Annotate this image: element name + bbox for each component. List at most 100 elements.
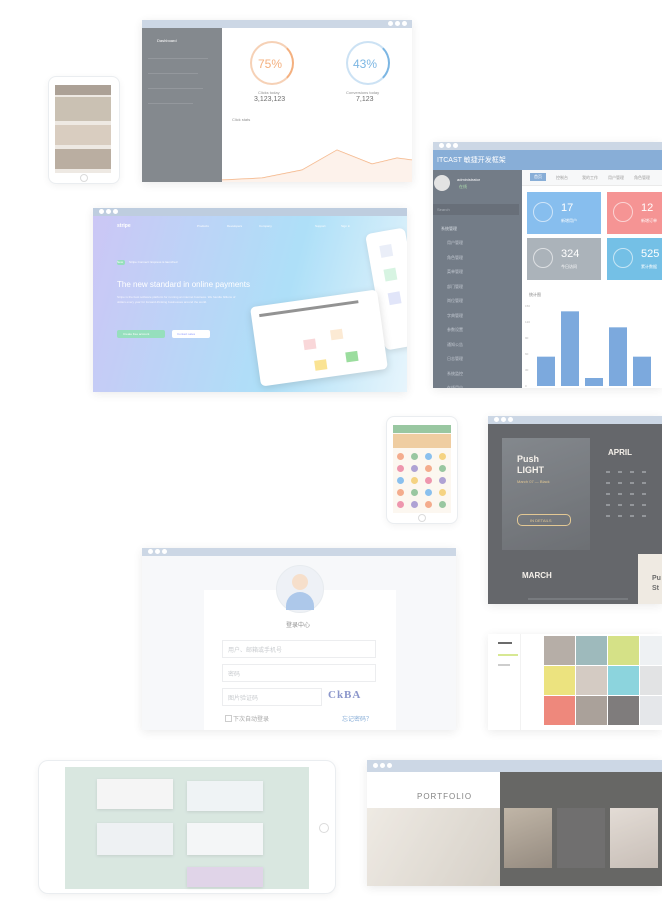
app-icon[interactable]	[439, 453, 446, 460]
calendar-day[interactable]	[606, 471, 610, 473]
gallery-tile[interactable]	[608, 696, 639, 725]
calendar-day[interactable]	[642, 515, 646, 517]
gallery-tile[interactable]	[544, 666, 575, 695]
gallery-tile[interactable]	[544, 696, 575, 725]
app-icon[interactable]	[397, 453, 404, 460]
tab-3[interactable]: 用户管理	[608, 175, 624, 181]
app-icon[interactable]	[425, 465, 432, 472]
stripe-badge-text[interactable]: Stripe Connect: Express is launched	[129, 260, 177, 264]
app-icon[interactable]	[397, 489, 404, 496]
tablet-thumbnail[interactable]	[187, 823, 263, 855]
sidebar-item[interactable]: 参数设置	[447, 327, 463, 333]
contact-sales-button[interactable]: Contact sales	[172, 330, 210, 338]
app-icon[interactable]	[425, 453, 432, 460]
sidebar-search[interactable]: Search	[433, 204, 519, 215]
gallery-tile[interactable]	[640, 696, 662, 725]
captcha-image[interactable]: CkBA	[328, 689, 361, 701]
stripe-nav-item[interactable]: Support	[315, 224, 326, 228]
gallery-tile[interactable]	[576, 636, 607, 665]
portfolio-tile[interactable]	[610, 808, 658, 868]
stat-tile[interactable]: 12 新增订单	[607, 192, 662, 234]
app-icon[interactable]	[397, 477, 404, 484]
gallery-tile[interactable]	[608, 636, 639, 665]
username-input[interactable]: 用户、邮箱或手机号	[222, 640, 376, 658]
calendar-day[interactable]	[606, 515, 610, 517]
tab-4[interactable]: 角色管理	[634, 175, 650, 181]
calendar-day[interactable]	[642, 493, 646, 495]
app-icon[interactable]	[411, 477, 418, 484]
calendar-day[interactable]	[606, 504, 610, 506]
sidebar-item[interactable]: 日志管理	[447, 356, 463, 362]
calendar-day[interactable]	[642, 471, 646, 473]
gallery-tile[interactable]	[608, 666, 639, 695]
sidebar-item[interactable]: 角色管理	[447, 255, 463, 261]
sidebar-menu-title[interactable]: 系统管理	[441, 226, 457, 232]
app-icon[interactable]	[411, 465, 418, 472]
tab-2[interactable]: 我的工作	[582, 175, 598, 181]
calendar-day[interactable]	[642, 482, 646, 484]
app-icon[interactable]	[439, 489, 446, 496]
tablet-thumbnail[interactable]	[97, 823, 173, 855]
app-icon[interactable]	[425, 489, 432, 496]
stripe-nav-item[interactable]: Sign in	[341, 224, 350, 228]
calendar-day[interactable]	[606, 482, 610, 484]
sidebar-item[interactable]: 通知公告	[447, 342, 463, 348]
calendar-day[interactable]	[630, 504, 634, 506]
gallery-tile[interactable]	[576, 696, 607, 725]
calendar-day[interactable]	[630, 482, 634, 484]
sidebar-item[interactable]: 用户管理	[447, 240, 463, 246]
gallery-tile[interactable]	[640, 636, 662, 665]
app-icon[interactable]	[425, 501, 432, 508]
portfolio-tile[interactable]	[504, 808, 552, 868]
stripe-nav-item[interactable]: Developers	[227, 224, 242, 228]
tablet-thumbnail[interactable]	[187, 867, 263, 887]
tab-1[interactable]: 控制台	[556, 175, 568, 181]
sidebar-item[interactable]: 岗位管理	[447, 298, 463, 304]
stripe-nav-item[interactable]: Products	[197, 224, 209, 228]
password-input[interactable]: 密码	[222, 664, 376, 682]
app-icon[interactable]	[439, 465, 446, 472]
details-button[interactable]: IN DETAILS	[517, 514, 571, 526]
app-icon[interactable]	[411, 453, 418, 460]
app-icon[interactable]	[411, 501, 418, 508]
sidebar-item[interactable]: 在线用户	[447, 385, 463, 388]
gallery-tile[interactable]	[640, 666, 662, 695]
stat-tile[interactable]: 324 今日访问	[527, 238, 601, 280]
calendar-day[interactable]	[630, 515, 634, 517]
calendar-day[interactable]	[630, 471, 634, 473]
remember-checkbox[interactable]	[225, 715, 232, 722]
app-icon[interactable]	[439, 477, 446, 484]
sidebar-item[interactable]: 部门管理	[447, 284, 463, 290]
calendar-day[interactable]	[618, 471, 622, 473]
captcha-input[interactable]: 图片验证码	[222, 688, 322, 706]
app-icon[interactable]	[411, 489, 418, 496]
portfolio-tile[interactable]	[557, 808, 605, 868]
stat-tile[interactable]: 525 累计数据	[607, 238, 662, 280]
create-account-button[interactable]: Create free account	[117, 330, 165, 338]
app-icon[interactable]	[439, 501, 446, 508]
stripe-nav-item[interactable]: Company	[259, 224, 272, 228]
dashboard-nav-title[interactable]: Dashboard	[157, 38, 177, 43]
calendar-day[interactable]	[618, 504, 622, 506]
sidebar-item[interactable]: 字典管理	[447, 313, 463, 319]
stat-tile[interactable]: 17 新增用户	[527, 192, 601, 234]
sidebar-item[interactable]: 菜单管理	[447, 269, 463, 275]
stripe-logo[interactable]: stripe	[117, 223, 131, 229]
tablet-thumbnail[interactable]	[97, 779, 173, 809]
calendar-day[interactable]	[618, 493, 622, 495]
admin-brand: ITCAST 敏捷开发框架	[437, 157, 506, 164]
sidebar-item[interactable]: 系统监控	[447, 371, 463, 377]
app-icon[interactable]	[425, 477, 432, 484]
gallery-tile[interactable]	[576, 666, 607, 695]
gallery-tile[interactable]	[544, 636, 575, 665]
calendar-day[interactable]	[642, 504, 646, 506]
forgot-password-link[interactable]: 忘记密码？	[342, 714, 372, 723]
calendar-day[interactable]	[618, 515, 622, 517]
tablet-thumbnail[interactable]	[187, 781, 263, 811]
calendar-day[interactable]	[618, 482, 622, 484]
calendar-day[interactable]	[606, 493, 610, 495]
app-icon[interactable]	[397, 465, 404, 472]
calendar-day[interactable]	[630, 493, 634, 495]
tab-0[interactable]: 首页	[530, 173, 546, 181]
app-icon[interactable]	[397, 501, 404, 508]
